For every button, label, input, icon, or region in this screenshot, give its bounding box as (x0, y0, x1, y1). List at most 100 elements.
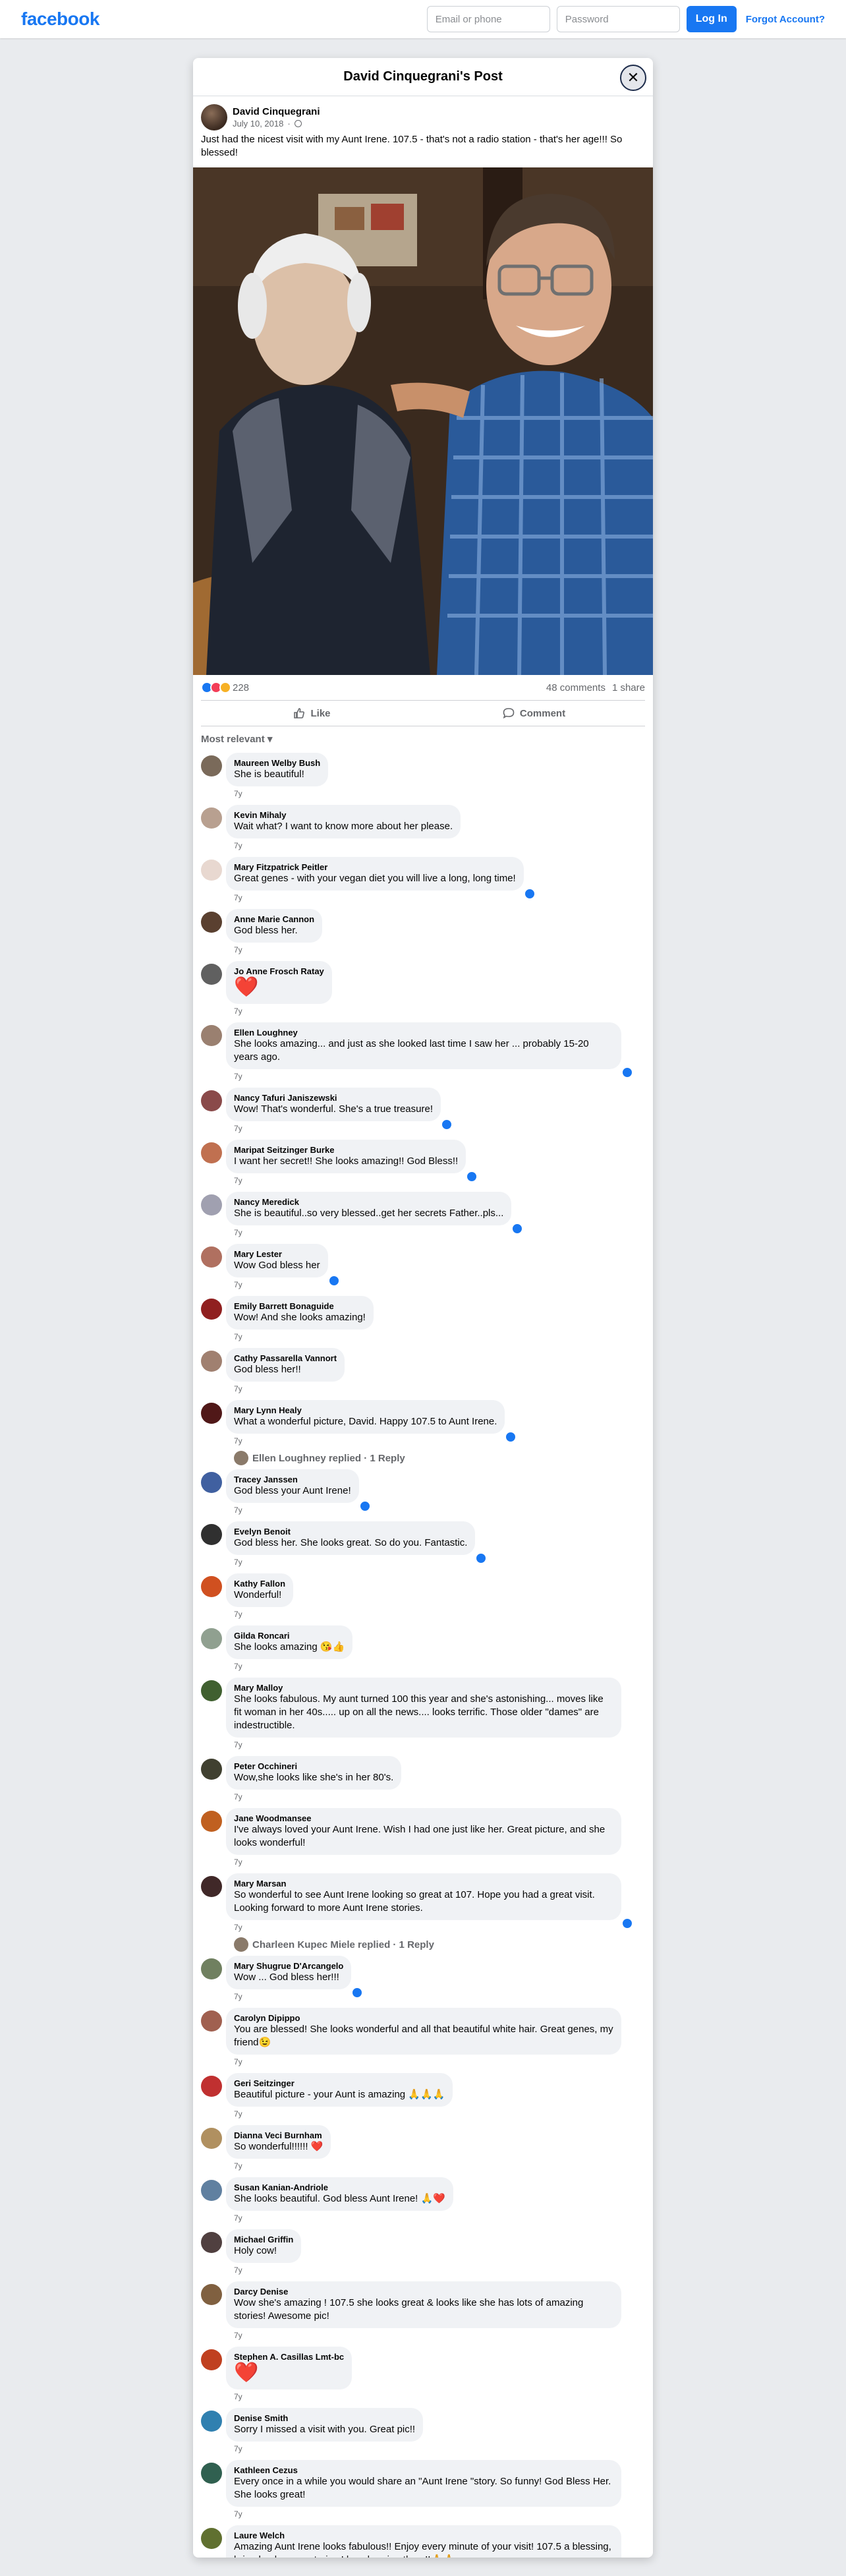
commenter-name[interactable]: Denise Smith (234, 2413, 415, 2423)
like-badge-icon[interactable] (466, 1171, 478, 1183)
commenter-avatar[interactable] (201, 2076, 222, 2097)
commenter-avatar[interactable] (201, 1811, 222, 1832)
commenter-avatar[interactable] (201, 2411, 222, 2432)
commenter-name[interactable]: Cathy Passarella Vannort (234, 1353, 337, 1363)
commenter-name[interactable]: Mary Lester (234, 1249, 320, 1259)
like-badge-icon[interactable] (358, 1500, 371, 1512)
commenter-avatar[interactable] (201, 1142, 222, 1163)
commenter-name[interactable]: Mary Marsan (234, 1879, 613, 1888)
commenter-avatar[interactable] (201, 1759, 222, 1780)
comment-time[interactable]: 7y (226, 2211, 453, 2225)
comment-time[interactable]: 7y (226, 1738, 621, 1752)
comment-time[interactable]: 7y (226, 2328, 621, 2343)
commenter-avatar[interactable] (201, 2128, 222, 2149)
comment-time[interactable]: 7y (226, 1121, 441, 1136)
view-replies-link[interactable]: Charleen Kupec Miele replied · 1 Reply (234, 1937, 645, 1952)
comment-time[interactable]: 7y (226, 891, 524, 905)
commenter-avatar[interactable] (201, 2528, 222, 2549)
close-button[interactable]: ✕ (620, 65, 646, 91)
comment-filter[interactable]: Most relevant ▾ (193, 726, 653, 749)
commenter-name[interactable]: Nancy Meredick (234, 1197, 503, 1207)
like-badge-icon[interactable] (327, 1275, 340, 1287)
commenter-name[interactable]: Tracey Janssen (234, 1475, 351, 1484)
post-author[interactable]: David Cinquegrani (233, 106, 320, 117)
comment-time[interactable]: 7y (226, 2055, 621, 2069)
commenter-avatar[interactable] (201, 2284, 222, 2305)
commenter-avatar[interactable] (201, 1025, 222, 1046)
reaction-count[interactable]: 228 (233, 682, 249, 693)
commenter-name[interactable]: Emily Barrett Bonaguide (234, 1301, 366, 1311)
comment-time[interactable]: 7y (226, 1434, 505, 1448)
commenter-name[interactable]: Mary Malloy (234, 1683, 613, 1693)
shares-count[interactable]: 1 share (612, 682, 645, 693)
commenter-name[interactable]: Nancy Tafuri Janiszewski (234, 1093, 433, 1103)
like-badge-icon[interactable] (523, 888, 536, 900)
comment-time[interactable]: 7y (226, 1173, 466, 1188)
comments-count[interactable]: 48 comments (546, 682, 606, 693)
commenter-avatar[interactable] (201, 1472, 222, 1493)
commenter-name[interactable]: Anne Marie Cannon (234, 914, 314, 924)
commenter-name[interactable]: Dianna Veci Burnham (234, 2130, 323, 2140)
comment-time[interactable]: 7y (226, 1004, 332, 1018)
commenter-avatar[interactable] (201, 2349, 222, 2370)
like-badge-icon[interactable] (475, 1552, 488, 1564)
commenter-avatar[interactable] (201, 1299, 222, 1320)
comment-time[interactable]: 7y (226, 838, 461, 853)
reaction-icons[interactable] (201, 682, 231, 693)
facebook-logo[interactable]: facebook (21, 9, 99, 30)
commenter-avatar[interactable] (201, 1403, 222, 1424)
commenter-name[interactable]: Maureen Welby Bush (234, 758, 320, 768)
comment-time[interactable]: 7y (226, 1920, 621, 1935)
commenter-name[interactable]: Gilda Roncari (234, 1631, 345, 1641)
author-avatar[interactable] (201, 104, 227, 131)
comment-time[interactable]: 7y (226, 2507, 621, 2521)
commenter-avatar[interactable] (201, 2232, 222, 2253)
commenter-avatar[interactable] (201, 1958, 222, 1979)
comment-time[interactable]: 7y (226, 1855, 621, 1869)
comment-time[interactable]: 7y (226, 943, 322, 957)
comment-time[interactable]: 7y (226, 1330, 374, 1344)
like-badge-icon[interactable] (351, 1987, 364, 1999)
commenter-avatar[interactable] (201, 2180, 222, 2201)
commenter-avatar[interactable] (201, 1090, 222, 1111)
commenter-name[interactable]: Kathy Fallon (234, 1579, 285, 1589)
comment-time[interactable]: 7y (226, 786, 328, 801)
comment-time[interactable]: 7y (226, 1277, 328, 1292)
commenter-avatar[interactable] (201, 1680, 222, 1701)
comment-time[interactable]: 7y (226, 1503, 359, 1517)
email-field[interactable] (426, 6, 550, 32)
commenter-name[interactable]: Mary Lynn Healy (234, 1405, 497, 1415)
like-badge-icon[interactable] (621, 1067, 633, 1078)
commenter-avatar[interactable] (201, 1576, 222, 1597)
commenter-name[interactable]: Laure Welch (234, 2531, 613, 2540)
commenter-avatar[interactable] (201, 2010, 222, 2032)
commenter-name[interactable]: Darcy Denise (234, 2287, 613, 2297)
commenter-avatar[interactable] (201, 1194, 222, 1215)
commenter-name[interactable]: Michael Griffin (234, 2235, 293, 2244)
commenter-name[interactable]: Peter Occhineri (234, 1761, 393, 1771)
comment-time[interactable]: 7y (226, 1607, 293, 1622)
commenter-avatar[interactable] (201, 755, 222, 776)
post-photo[interactable] (193, 167, 653, 675)
comment-time[interactable]: 7y (226, 1790, 401, 1804)
commenter-name[interactable]: Maripat Seitzinger Burke (234, 1145, 458, 1155)
like-badge-icon[interactable] (621, 1917, 633, 1929)
commenter-avatar[interactable] (201, 807, 222, 829)
commenter-name[interactable]: Evelyn Benoit (234, 1527, 467, 1537)
comment-time[interactable]: 7y (226, 2263, 301, 2277)
like-badge-icon[interactable] (505, 1431, 517, 1443)
commenter-name[interactable]: Susan Kanian-Andriole (234, 2182, 445, 2192)
like-badge-icon[interactable] (511, 1223, 524, 1235)
comment-button[interactable]: Comment (423, 701, 645, 726)
forgot-account-link[interactable]: Forgot Account? (746, 14, 825, 25)
like-badge-icon[interactable] (441, 1119, 453, 1130)
commenter-name[interactable]: Mary Fitzpatrick Peitler (234, 862, 516, 872)
commenter-name[interactable]: Jane Woodmansee (234, 1813, 613, 1823)
comment-time[interactable]: 7y (226, 2442, 423, 2456)
commenter-avatar[interactable] (201, 1246, 222, 1268)
commenter-name[interactable]: Geri Seitzinger (234, 2078, 445, 2088)
commenter-avatar[interactable] (201, 860, 222, 881)
password-field[interactable] (556, 6, 680, 32)
commenter-avatar[interactable] (201, 1628, 222, 1649)
comment-time[interactable]: 7y (226, 1382, 345, 1396)
